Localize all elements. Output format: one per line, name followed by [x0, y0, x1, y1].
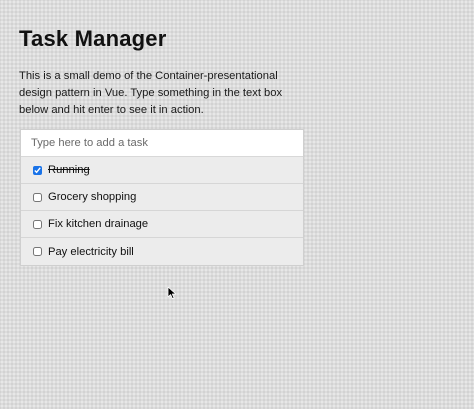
task-checkbox[interactable] — [33, 219, 42, 229]
task-panel: Running Grocery shopping Fix kitchen dra… — [20, 129, 304, 266]
page-description: This is a small demo of the Container-pr… — [19, 70, 283, 116]
task-checkbox[interactable] — [33, 165, 42, 175]
task-label: Fix kitchen drainage — [48, 218, 149, 230]
mouse-pointer-icon — [167, 286, 177, 299]
task-item: Fix kitchen drainage — [21, 211, 303, 238]
task-label: Grocery shopping — [48, 191, 137, 203]
page-content: Task Manager This is a small demo of the… — [19, 26, 309, 119]
task-list: Running Grocery shopping Fix kitchen dra… — [21, 157, 303, 265]
page-title: Task Manager — [19, 26, 167, 51]
task-item: Running — [21, 157, 303, 184]
task-input[interactable] — [21, 130, 303, 157]
task-label: Running — [48, 164, 90, 176]
task-checkbox[interactable] — [33, 192, 42, 202]
task-item: Pay electricity bill — [21, 238, 303, 265]
task-checkbox[interactable] — [33, 247, 42, 256]
task-item: Grocery shopping — [21, 184, 303, 211]
task-label: Pay electricity bill — [48, 245, 134, 258]
